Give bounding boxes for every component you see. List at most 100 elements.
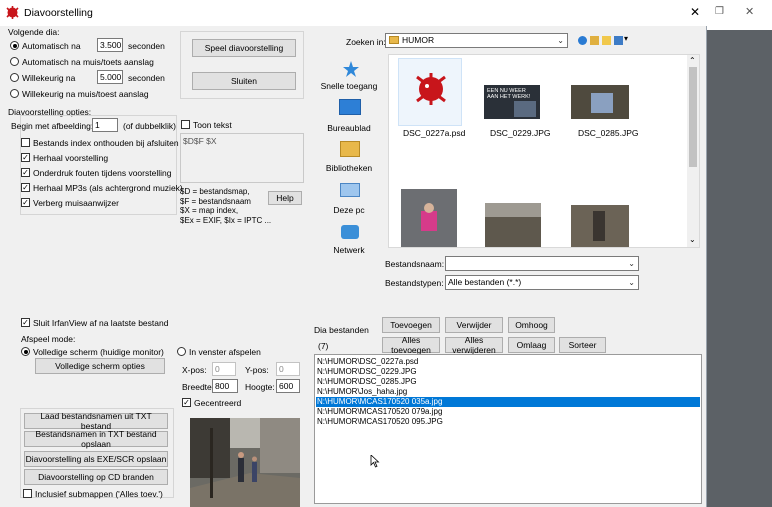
fullscreen-label: Volledige scherm (huidige monitor) [33,347,164,357]
list-item[interactable]: N:\HUMOR\MCAS170520 095.JPG [317,417,443,427]
look-in-label: Zoeken in: [346,37,386,47]
radio-auto-key[interactable] [10,57,19,66]
checkbox-close-after-last[interactable]: ✓ [21,318,30,327]
move-down-button[interactable]: Omlaag [508,337,555,353]
scroll-down-icon[interactable]: ⌄ [689,235,696,244]
list-item[interactable]: N:\HUMOR\DSC_0285.JPG [317,377,417,387]
checkbox-hide-cursor[interactable]: ✓ [21,198,30,207]
quick-access-icon[interactable] [343,61,359,77]
scroll-up-icon[interactable]: ⌃ [689,56,696,65]
add-all-button[interactable]: Alles toevoegen [382,335,440,355]
view-menu-icon[interactable] [614,36,623,45]
checkbox-loop-mp3[interactable]: ✓ [21,183,30,192]
random-label: Willekeurig na [22,73,76,83]
close-button[interactable]: Sluiten [192,72,296,90]
radio-auto[interactable] [10,41,19,50]
chevron-down-icon[interactable]: ⌄ [628,277,635,288]
background-window-body [707,30,772,507]
move-up-button[interactable]: Omhoog [508,317,555,333]
filename-combo[interactable]: ⌄ [445,256,639,271]
list-item[interactable]: N:\HUMOR\Jos_haha.jpg [317,387,407,397]
filetype-combo[interactable]: Alle bestanden (*.*) ⌄ [445,275,639,290]
file-thumbnail[interactable]: EEN NU WEER AAN HET WERK! [484,85,540,119]
file-view[interactable]: DSC_0227a.psd EEN NU WEER AAN HET WERK! … [388,54,700,248]
help-button[interactable]: Help [268,191,302,205]
list-item[interactable]: N:\HUMOR\DSC_0227a.psd [317,357,418,367]
file-view-scrollbar[interactable]: ⌃ ⌄ [687,55,699,247]
file-thumbnail[interactable] [398,58,462,126]
fullscreen-options-button[interactable]: Volledige scherm opties [35,358,165,374]
save-exe-button[interactable]: Diavoorstelling als EXE/SCR opslaan [24,451,168,467]
back-icon[interactable] [578,36,587,45]
remove-all-button[interactable]: Alles verwijderen [445,335,503,355]
radio-random-key[interactable] [10,89,19,98]
place-libraries[interactable]: Bibliotheken [314,163,384,173]
thumb-figure [424,203,434,213]
save-txt-button[interactable]: Bestandsnamen in TXT bestand opslaan [24,429,168,449]
view-dropdown-icon[interactable]: ▾ [624,34,628,43]
file-thumbnail[interactable] [571,205,629,247]
checkbox-show-text[interactable] [181,120,190,129]
title-bar: Diavoorstelling ✕ [0,0,707,26]
chevron-down-icon[interactable]: ⌄ [557,35,564,46]
irfanview-app-icon [6,6,19,19]
place-network[interactable]: Netwerk [314,245,384,255]
close-icon[interactable]: ✕ [690,5,700,19]
file-thumbnail[interactable] [571,85,629,119]
radio-random[interactable] [10,73,19,82]
thumb-figure [514,101,536,117]
place-this-pc[interactable]: Deze pc [314,205,384,215]
remove-button[interactable]: Verwijder [445,317,503,333]
place-quick-access[interactable]: Snelle toegang [314,81,384,91]
remember-index-label: Bestands index onthouden bij afsluiten [33,138,179,148]
look-in-combo[interactable]: HUMOR ⌄ [385,33,568,48]
start-image-label: Begin met afbeelding: [11,121,94,131]
desktop-icon[interactable] [339,99,361,115]
load-txt-button[interactable]: Laad bestandsnamen uit TXT bestand [24,411,168,431]
sort-button[interactable]: Sorteer [559,337,606,353]
loop-mp3-label: Herhaal MP3s (als achtergrond muziek) [33,183,183,193]
chevron-down-icon[interactable]: ⌄ [628,258,635,269]
this-pc-icon[interactable] [340,183,360,197]
start-image-input[interactable]: 1 [92,118,118,132]
checkbox-loop[interactable]: ✓ [21,153,30,162]
slides-label: Dia bestanden [314,325,369,335]
show-text-label: Toon tekst [193,120,232,130]
legend-line: $D = bestandsmap, [180,187,250,196]
checkbox-centered[interactable]: ✓ [182,398,191,407]
add-button[interactable]: Toevoegen [382,317,440,333]
slides-count: (7) [318,341,329,351]
random-seconds-input[interactable]: 5.000 [97,70,123,84]
file-thumbnail[interactable] [485,203,541,247]
list-item[interactable]: N:\HUMOR\MCAS170520 079a.jpg [317,407,442,417]
place-desktop[interactable]: Bureaublad [314,123,384,133]
width-input[interactable]: 800 [212,379,238,393]
libraries-icon[interactable] [340,141,360,157]
up-folder-icon[interactable] [590,36,599,45]
close-icon[interactable]: ✕ [745,5,754,18]
new-folder-icon[interactable] [602,36,611,45]
psd-thumbnail-image [416,73,446,105]
text-format-field[interactable]: $D$F $X [180,133,304,183]
include-subfolders-label: Inclusief submappen ('Alles toev.') [35,489,163,499]
play-slideshow-button[interactable]: Speel diavoorstelling [192,39,296,57]
slides-list[interactable]: N:\HUMOR\DSC_0227a.psd N:\HUMOR\DSC_0229… [314,354,702,504]
ypos-input[interactable]: 0 [276,362,300,376]
file-thumbnail[interactable] [401,189,457,247]
restore-icon[interactable]: ❐ [715,6,724,17]
height-input[interactable]: 600 [276,379,300,393]
network-icon[interactable] [341,225,359,239]
legend-line: $F = bestandsnaam [180,196,251,206]
radio-fullscreen[interactable] [21,347,30,356]
auto-seconds-input[interactable]: 3.500 [97,38,123,52]
radio-window[interactable] [177,347,186,356]
checkbox-include-subfolders[interactable] [23,489,32,498]
checkbox-suppress-errors[interactable]: ✓ [21,168,30,177]
thumb-figure [591,93,613,113]
burn-cd-button[interactable]: Diavoorstelling op CD branden [24,469,168,485]
scroll-thumb[interactable] [689,67,697,167]
xpos-input[interactable]: 0 [212,362,236,376]
list-item[interactable]: N:\HUMOR\DSC_0229.JPG [317,367,417,377]
checkbox-remember-index[interactable] [21,138,30,147]
list-item-selected[interactable]: N:\HUMOR\MCAS170520 035a.jpg [316,397,700,407]
